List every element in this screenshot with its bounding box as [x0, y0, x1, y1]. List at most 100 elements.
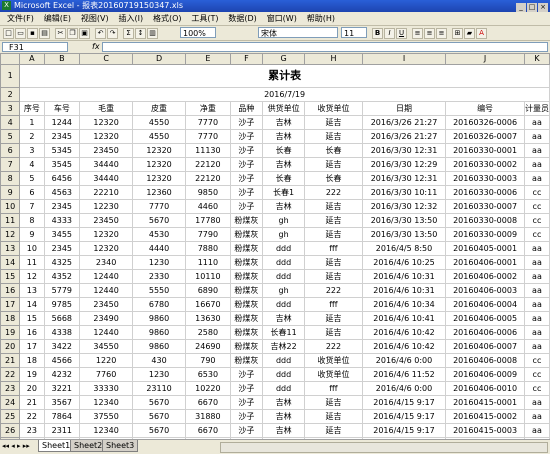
table-cell[interactable]: 12340	[79, 423, 134, 438]
table-cell[interactable]: 17780	[185, 213, 231, 228]
table-cell[interactable]: 5668	[43, 311, 81, 326]
table-cell[interactable]: 5345	[43, 143, 81, 158]
table-cell[interactable]: 20	[19, 381, 45, 396]
row-header[interactable]: 3	[0, 101, 21, 116]
table-cell[interactable]: 2016/3/26 21:27	[361, 129, 447, 144]
table-cell[interactable]: 12320	[79, 241, 134, 256]
table-cell[interactable]: 7760	[79, 367, 134, 382]
row-header[interactable]: 20	[0, 339, 21, 354]
table-cell[interactable]: 20160406-0010	[445, 381, 525, 396]
redo-icon[interactable]: ↷	[107, 28, 118, 39]
zoom-select[interactable]: 100%	[180, 27, 216, 38]
table-cell[interactable]: 2345	[43, 199, 81, 214]
column-heading-cell[interactable]: 计量员	[523, 101, 550, 116]
column-header[interactable]: C	[79, 53, 134, 65]
table-cell[interactable]: 2016/4/6 10:31	[361, 269, 447, 284]
table-cell[interactable]: 延吉	[304, 199, 363, 214]
table-cell[interactable]: 2016/4/6 11:52	[361, 367, 447, 382]
table-cell[interactable]: 10	[19, 241, 45, 256]
table-cell[interactable]: 20160415-0003	[445, 423, 525, 438]
table-cell[interactable]: 20160406-0007	[445, 339, 525, 354]
table-cell[interactable]: 延吉	[304, 269, 363, 284]
table-cell[interactable]: 20160406-0001	[445, 255, 525, 270]
formula-input[interactable]	[102, 42, 548, 52]
table-cell[interactable]: 延吉	[304, 129, 363, 144]
table-cell[interactable]: aa	[523, 171, 550, 186]
table-cell[interactable]: 20160415-0002	[445, 409, 525, 424]
table-cell[interactable]: aa	[523, 241, 550, 256]
table-cell[interactable]: 2340	[79, 255, 134, 270]
table-cell[interactable]: 1230	[132, 367, 187, 382]
table-cell[interactable]: 33330	[79, 381, 134, 396]
table-cell[interactable]: aa	[523, 115, 550, 130]
table-cell[interactable]: 2016/4/15 9:17	[361, 423, 447, 438]
column-header[interactable]: J	[445, 53, 525, 65]
table-cell[interactable]: 16670	[185, 297, 231, 312]
table-cell[interactable]: 沙子	[229, 129, 264, 144]
column-heading-cell[interactable]: 净重	[185, 101, 231, 116]
table-cell[interactable]: 7770	[132, 199, 187, 214]
menu-file[interactable]: 文件(F)	[7, 12, 34, 25]
column-heading-cell[interactable]: 日期	[361, 101, 447, 116]
table-cell[interactable]: fff	[304, 241, 363, 256]
column-heading-cell[interactable]: 序号	[19, 101, 45, 116]
table-cell[interactable]: 长春11	[262, 325, 306, 340]
table-cell[interactable]: 4550	[132, 115, 187, 130]
table-cell[interactable]: 吉林	[262, 115, 306, 130]
table-cell[interactable]: ddd	[262, 353, 306, 368]
table-cell[interactable]: 5550	[132, 283, 187, 298]
row-header[interactable]: 25	[0, 409, 21, 424]
table-cell[interactable]: 790	[185, 353, 231, 368]
table-cell[interactable]: 1230	[132, 255, 187, 270]
table-cell[interactable]: 4232	[43, 367, 81, 382]
table-cell[interactable]: 延吉	[304, 311, 363, 326]
align-left-icon[interactable]: ≡	[412, 28, 423, 39]
table-cell[interactable]: 2016/4/6 10:25	[361, 255, 447, 270]
row-header[interactable]: 23	[0, 381, 21, 396]
table-cell[interactable]: 22120	[185, 171, 231, 186]
table-cell[interactable]: cc	[523, 199, 550, 214]
table-cell[interactable]: 20160330-0007	[445, 199, 525, 214]
table-cell[interactable]: 12440	[79, 283, 134, 298]
table-cell[interactable]: 10110	[185, 269, 231, 284]
table-cell[interactable]: 2016/4/15 9:17	[361, 395, 447, 410]
menu-window[interactable]: 窗口(W)	[267, 12, 297, 25]
table-cell[interactable]: 粉煤灰	[229, 241, 264, 256]
menu-view[interactable]: 视图(V)	[81, 12, 109, 25]
table-cell[interactable]: ddd	[262, 255, 306, 270]
new-icon[interactable]: □	[3, 28, 14, 39]
table-cell[interactable]: 20160330-0008	[445, 213, 525, 228]
table-cell[interactable]: aa	[523, 129, 550, 144]
table-cell[interactable]: 2330	[132, 269, 187, 284]
table-cell[interactable]: 13630	[185, 311, 231, 326]
table-cell[interactable]: ddd	[262, 297, 306, 312]
table-cell[interactable]: 9860	[132, 311, 187, 326]
table-cell[interactable]: 4440	[132, 241, 187, 256]
table-cell[interactable]: 4352	[43, 269, 81, 284]
table-cell[interactable]: 2016/4/6 10:34	[361, 297, 447, 312]
table-cell[interactable]: aa	[523, 409, 550, 424]
table-cell[interactable]: 延吉	[304, 423, 363, 438]
table-cell[interactable]: 20160330-0003	[445, 171, 525, 186]
table-cell[interactable]: 2	[19, 129, 45, 144]
table-cell[interactable]: 2016/3/30 13:50	[361, 227, 447, 242]
table-cell[interactable]: gh	[262, 213, 306, 228]
table-cell[interactable]: 12320	[79, 115, 134, 130]
table-cell[interactable]: 9785	[43, 297, 81, 312]
row-header[interactable]: 1	[0, 64, 21, 88]
table-cell[interactable]: 延吉	[304, 255, 363, 270]
table-cell[interactable]: 沙子	[229, 171, 264, 186]
table-cell[interactable]: 7864	[43, 409, 81, 424]
table-cell[interactable]: cc	[523, 185, 550, 200]
column-header[interactable]: D	[132, 53, 187, 65]
table-cell[interactable]: 吉林22	[262, 339, 306, 354]
table-cell[interactable]: 20160326-0006	[445, 115, 525, 130]
table-cell[interactable]: 2345	[43, 129, 81, 144]
tab-navigation-arrows[interactable]: ◂◂ ◂ ▸ ▸▸	[2, 442, 30, 450]
table-cell[interactable]: 12360	[132, 185, 187, 200]
table-cell[interactable]: 吉林	[262, 409, 306, 424]
table-cell[interactable]: 6670	[185, 395, 231, 410]
table-cell[interactable]: 沙子	[229, 185, 264, 200]
table-cell[interactable]: 2016/3/30 12:29	[361, 157, 447, 172]
table-cell[interactable]: cc	[523, 353, 550, 368]
